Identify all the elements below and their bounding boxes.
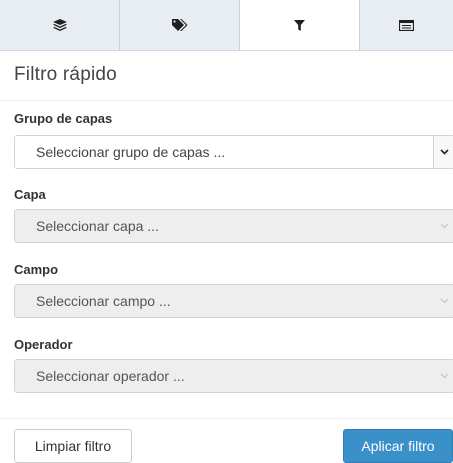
layer-select[interactable]: Seleccionar capa ... [14, 209, 453, 243]
layer-group-label: Grupo de capas [14, 111, 113, 126]
field-select[interactable]: Seleccionar campo ... [14, 284, 453, 318]
tab-layers[interactable] [0, 0, 120, 50]
tab-tags[interactable] [120, 0, 240, 50]
panel-title: Filtro rápido [14, 64, 117, 85]
footer-divider [0, 418, 453, 419]
filter-icon [294, 19, 305, 31]
tab-bar [0, 0, 453, 51]
layers-icon [52, 19, 67, 31]
operator-select-value: Seleccionar operador ... [36, 368, 185, 384]
list-icon [399, 19, 414, 31]
field-label: Campo [14, 262, 59, 277]
layer-group-select-value: Seleccionar grupo de capas ... [36, 144, 226, 160]
layer-select-value: Seleccionar capa ... [36, 218, 159, 234]
layer-group-select[interactable]: Seleccionar grupo de capas ... [14, 135, 453, 169]
operator-label: Operador [14, 337, 73, 352]
chevron-down-icon [434, 210, 453, 242]
tags-icon [171, 18, 188, 32]
title-divider [0, 100, 453, 101]
tab-filter[interactable] [240, 0, 360, 50]
chevron-down-icon[interactable] [433, 136, 453, 168]
clear-filter-button[interactable]: Limpiar filtro [14, 429, 132, 463]
chevron-down-icon [434, 285, 453, 317]
layer-label: Capa [14, 187, 46, 202]
chevron-down-icon [434, 360, 453, 392]
tab-list[interactable] [360, 0, 453, 50]
apply-filter-button[interactable]: Aplicar filtro [343, 429, 453, 463]
field-select-value: Seleccionar campo ... [36, 293, 171, 309]
operator-select[interactable]: Seleccionar operador ... [14, 359, 453, 393]
